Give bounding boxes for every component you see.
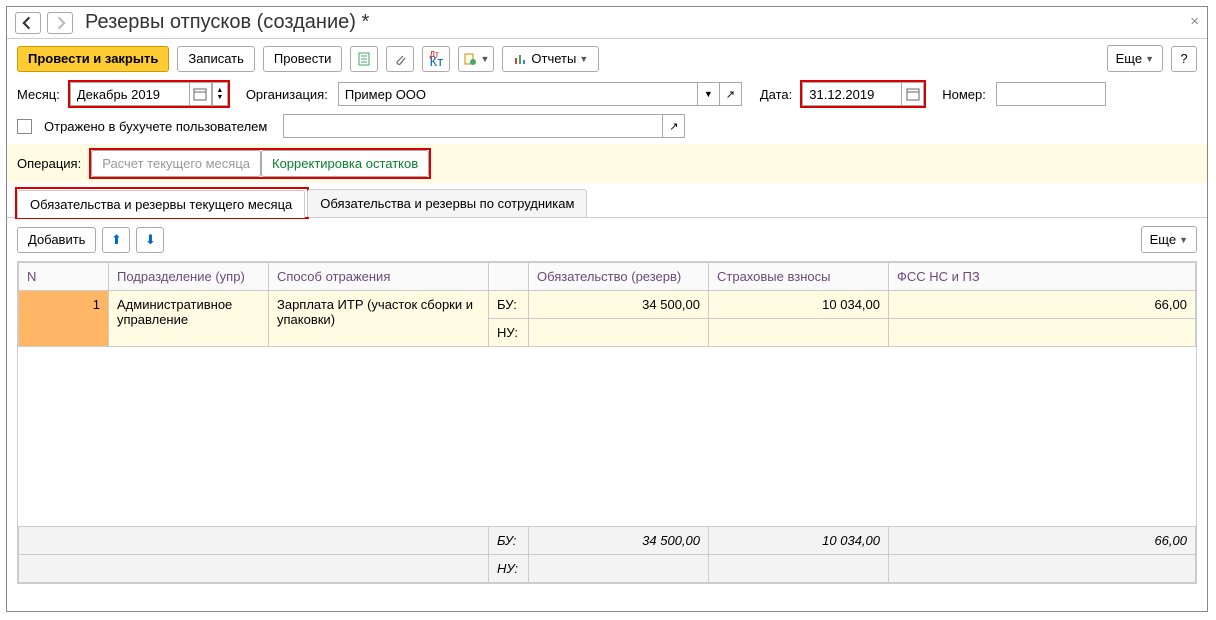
col-department[interactable]: Подразделение (упр) (109, 263, 269, 291)
add-button[interactable]: Добавить (17, 227, 96, 253)
col-method[interactable]: Способ отражения (269, 263, 489, 291)
move-down-icon[interactable]: ⬇ (136, 227, 164, 253)
month-stepper[interactable]: ▲▼ (212, 82, 228, 106)
org-label: Организация: (246, 87, 328, 102)
cell-bu-fss: 66,00 (889, 291, 1196, 319)
print-dropdown-icon[interactable]: ▼ (458, 46, 494, 72)
cell-method: Зарплата ИТР (участок сборки и упаковки) (269, 291, 489, 347)
empty-area (19, 347, 1196, 527)
col-n[interactable]: N (19, 263, 109, 291)
cell-n: 1 (19, 291, 109, 347)
footer-bu-reserve: 34 500,00 (529, 527, 709, 555)
dtkt-icon[interactable]: ДтКт (422, 46, 450, 72)
col-type (489, 263, 529, 291)
post-and-close-button[interactable]: Провести и закрыть (17, 46, 169, 72)
cell-nu-reserve (529, 319, 709, 347)
cell-bu-label: БУ: (489, 291, 529, 319)
org-open-icon[interactable]: ↗ (720, 82, 742, 106)
date-input[interactable] (802, 82, 902, 106)
footer-row: БУ: 34 500,00 10 034,00 66,00 (19, 527, 1196, 555)
cell-nu-label: НУ: (489, 319, 529, 347)
reflected-input[interactable] (283, 114, 663, 138)
post-button[interactable]: Провести (263, 46, 343, 72)
col-reserve[interactable]: Обязательство (резерв) (529, 263, 709, 291)
table-row[interactable]: 1 Административное управление Зарплата И… (19, 291, 1196, 319)
reflected-open-icon[interactable]: ↗ (663, 114, 685, 138)
footer-row: НУ: (19, 555, 1196, 583)
file-icon[interactable] (350, 46, 378, 72)
footer-bu-fss: 66,00 (889, 527, 1196, 555)
footer-bu-label: БУ: (489, 527, 529, 555)
month-label: Месяц: (17, 87, 60, 102)
back-button[interactable] (15, 12, 41, 34)
col-fss[interactable]: ФСС НС и ПЗ (889, 263, 1196, 291)
more-button-grid[interactable]: Еще▼ (1141, 226, 1197, 253)
move-up-icon[interactable]: ⬆ (102, 227, 130, 253)
operation-label: Операция: (17, 156, 81, 171)
org-dropdown-icon[interactable]: ▼ (698, 82, 720, 106)
month-input[interactable] (70, 82, 190, 106)
number-input[interactable] (996, 82, 1106, 106)
footer-nu-label: НУ: (489, 555, 529, 583)
op-adjust-button[interactable]: Корректировка остатков (261, 150, 429, 177)
cell-nu-fss (889, 319, 1196, 347)
help-button[interactable]: ? (1171, 46, 1197, 72)
org-input[interactable] (338, 82, 698, 106)
save-button[interactable]: Записать (177, 46, 255, 72)
footer-bu-insurance: 10 034,00 (709, 527, 889, 555)
reflected-checkbox[interactable] (17, 119, 32, 134)
number-label: Номер: (942, 87, 986, 102)
cell-department: Административное управление (109, 291, 269, 347)
month-calendar-icon[interactable] (190, 82, 212, 106)
cell-nu-insurance (709, 319, 889, 347)
op-calc-current-button[interactable]: Расчет текущего месяца (91, 150, 261, 177)
window-title: Резервы отпусков (создание) * (85, 11, 369, 34)
close-icon[interactable]: × (1190, 13, 1199, 30)
date-label: Дата: (760, 87, 792, 102)
date-calendar-icon[interactable] (902, 82, 924, 106)
more-button-top[interactable]: Еще▼ (1107, 45, 1163, 72)
reports-button[interactable]: Отчеты ▼ (502, 46, 599, 72)
tab-by-employee[interactable]: Обязательства и резервы по сотрудникам (307, 189, 587, 217)
tab-current[interactable]: Обязательства и резервы текущего месяца (17, 190, 305, 218)
col-insurance[interactable]: Страховые взносы (709, 263, 889, 291)
cell-bu-reserve: 34 500,00 (529, 291, 709, 319)
cell-bu-insurance: 10 034,00 (709, 291, 889, 319)
attach-icon[interactable] (386, 46, 414, 72)
reflected-label: Отражено в бухучете пользователем (44, 119, 267, 134)
forward-button[interactable] (47, 12, 73, 34)
